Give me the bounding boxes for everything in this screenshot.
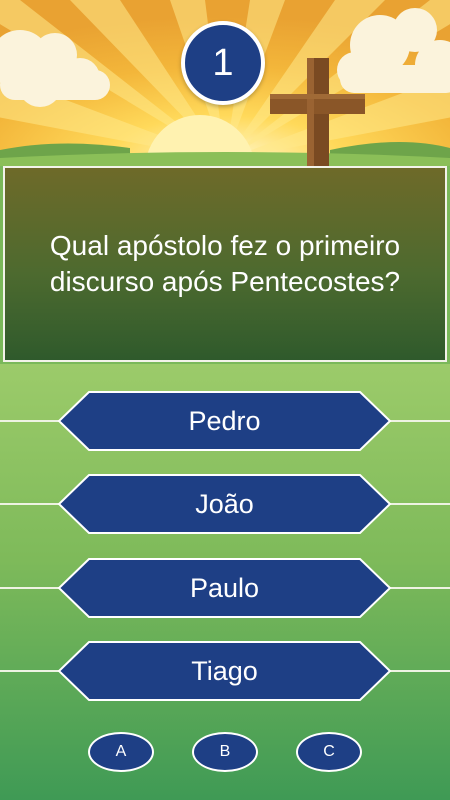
answer-label[interactable]: Paulo [57,558,392,618]
answer-option-4[interactable]: Tiago [0,641,450,701]
answer-option-1[interactable]: Pedro [0,391,450,451]
lifeline-b-button[interactable]: B [192,732,258,772]
header-scene: 1 [0,0,450,166]
answer-label[interactable]: Pedro [57,391,392,451]
lifeline-a-button[interactable]: A [88,732,154,772]
question-panel: Qual apóstolo fez o primeiro discurso ap… [3,166,447,362]
lifeline-c-button[interactable]: C [296,732,362,772]
answer-option-2[interactable]: João [0,474,450,534]
answer-label[interactable]: Tiago [57,641,392,701]
answer-label[interactable]: João [57,474,392,534]
question-text: Qual apóstolo fez o primeiro discurso ap… [49,230,401,297]
round-number-badge: 1 [181,21,265,105]
answer-option-3[interactable]: Paulo [0,558,450,618]
